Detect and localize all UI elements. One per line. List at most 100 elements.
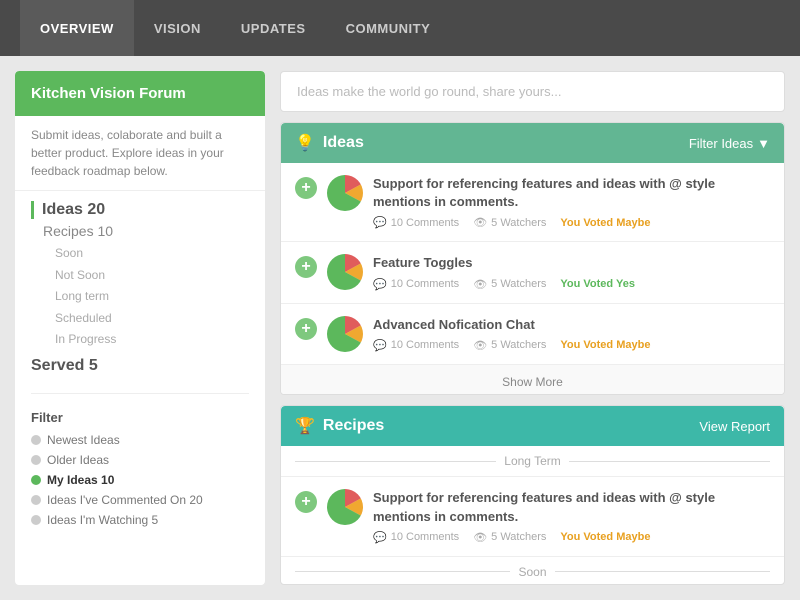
filter-label: Ideas I've Commented On 20 (47, 493, 203, 507)
sidebar-stats: Ideas 20 Recipes 10 Soon Not Soon Long t… (15, 191, 265, 385)
eye-icon: 👁 (473, 278, 487, 291)
nav-vision[interactable]: VISION (134, 0, 221, 56)
filter-label: My Ideas 10 (47, 473, 114, 487)
idea-body-3: Advanced Nofication Chat 💬 10 Comments 👁… (373, 316, 770, 352)
nav-overview[interactable]: OVERVIEW (20, 0, 134, 56)
sidebar-divider (31, 393, 249, 394)
pie-chart-r1 (327, 489, 363, 525)
comment-icon: 💬 (373, 278, 387, 291)
pie-chart-3 (327, 316, 363, 352)
trophy-icon: 🏆 (295, 416, 315, 436)
chevron-down-icon: ▼ (757, 136, 770, 151)
recipes-header: 🏆 Recipes View Report (281, 406, 784, 446)
comments-1: 💬 10 Comments (373, 216, 459, 229)
watchers-count: 5 Watchers (491, 217, 546, 229)
idea-meta-1: 💬 10 Comments 👁 5 Watchers You Voted May… (373, 216, 770, 229)
filter-label: Ideas I'm Watching 5 (47, 513, 158, 527)
status-soon: Soon (31, 243, 249, 265)
search-bar[interactable]: Ideas make the world go round, share you… (280, 71, 785, 112)
right-content: Ideas make the world go round, share you… (280, 71, 785, 585)
ideas-count: Ideas 20 (31, 201, 249, 219)
comment-icon: 💬 (373, 216, 387, 229)
sidebar-description: Submit ideas, colaborate and built a bet… (15, 116, 265, 191)
nav-updates[interactable]: UPDATES (221, 0, 326, 56)
filter-ideas-button[interactable]: Filter Ideas ▼ (689, 136, 770, 151)
idea-title-1: Support for referencing features and ide… (373, 175, 770, 211)
filter-dot (31, 455, 41, 465)
eye-icon: 👁 (473, 216, 487, 229)
ideas-title: Ideas (323, 134, 689, 152)
idea-card-2: + Feature Toggles 💬 10 Comments (281, 242, 784, 303)
top-nav: OVERVIEW VISION UPDATES COMMUNITY (0, 0, 800, 56)
eye-icon: 👁 (473, 531, 487, 544)
idea-meta-3: 💬 10 Comments 👁 5 Watchers You Voted May… (373, 339, 770, 352)
comment-icon: 💬 (373, 339, 387, 352)
filter-label: Older Ideas (47, 453, 109, 467)
vote-plus-1[interactable]: + (295, 177, 317, 199)
filter-watching[interactable]: Ideas I'm Watching 5 (31, 513, 249, 527)
status-scheduled: Scheduled (31, 308, 249, 330)
nav-community[interactable]: COMMUNITY (326, 0, 451, 56)
filter-title: Filter (31, 410, 249, 425)
status-long-term: Long term (31, 286, 249, 308)
idea-title-2: Feature Toggles (373, 254, 770, 272)
filter-ideas-label: Filter Ideas (689, 136, 753, 151)
comments-count: 10 Comments (391, 217, 459, 229)
watchers-3: 👁 5 Watchers (473, 339, 546, 352)
watchers-count: 5 Watchers (491, 339, 546, 351)
recipes-section: 🏆 Recipes View Report Long Term + Suppor… (280, 405, 785, 585)
idea-card-3: + Advanced Nofication Chat 💬 10 Comments (281, 304, 784, 365)
idea-title-3: Advanced Nofication Chat (373, 316, 770, 334)
idea-body-1: Support for referencing features and ide… (373, 175, 770, 229)
filter-dot (31, 435, 41, 445)
recipe-body-1: Support for referencing features and ide… (373, 489, 770, 543)
status-in-progress: In Progress (31, 329, 249, 351)
filter-dot-active (31, 475, 41, 485)
show-more-button[interactable]: Show More (281, 365, 784, 396)
recipes-title: Recipes (323, 417, 700, 435)
comments-count: 10 Comments (391, 531, 459, 543)
recipe-watchers-1: 👁 5 Watchers (473, 531, 546, 544)
watchers-count: 5 Watchers (491, 531, 546, 543)
comments-count: 10 Comments (391, 339, 459, 351)
recipe-card-1: + Support for referencing features and i… (281, 477, 784, 556)
sidebar-title: Kitchen Vision Forum (15, 71, 265, 116)
vote-plus-2[interactable]: + (295, 256, 317, 278)
voted-1: You Voted Maybe (560, 217, 650, 229)
comments-3: 💬 10 Comments (373, 339, 459, 352)
voted-3: You Voted Maybe (560, 339, 650, 351)
idea-card-1: + Support for referencing features and i… (281, 163, 784, 242)
comments-count: 10 Comments (391, 278, 459, 290)
bulb-icon: 💡 (295, 133, 315, 153)
filter-older-ideas[interactable]: Older Ideas (31, 453, 249, 467)
vote-plus-r1[interactable]: + (295, 491, 317, 513)
watchers-1: 👁 5 Watchers (473, 216, 546, 229)
pie-chart-2 (327, 254, 363, 290)
recipes-count: Recipes 10 (31, 223, 249, 239)
comments-2: 💬 10 Comments (373, 278, 459, 291)
recipe-voted-1: You Voted Maybe (560, 531, 650, 543)
soon-label: Soon (281, 557, 784, 585)
vote-plus-3[interactable]: + (295, 318, 317, 340)
ideas-section: 💡 Ideas Filter Ideas ▼ + Support for ref… (280, 122, 785, 395)
sidebar: Kitchen Vision Forum Submit ideas, colab… (15, 71, 265, 585)
filter-commented-on[interactable]: Ideas I've Commented On 20 (31, 493, 249, 507)
recipe-comments-1: 💬 10 Comments (373, 531, 459, 544)
served-count: Served 5 (31, 357, 249, 375)
watchers-count: 5 Watchers (491, 278, 546, 290)
filter-section: Filter Newest Ideas Older Ideas My Ideas… (15, 402, 265, 545)
idea-body-2: Feature Toggles 💬 10 Comments 👁 5 Watche… (373, 254, 770, 290)
pie-chart-1 (327, 175, 363, 211)
recipe-title-1: Support for referencing features and ide… (373, 489, 770, 525)
idea-meta-2: 💬 10 Comments 👁 5 Watchers You Voted Yes (373, 278, 770, 291)
filter-newest-ideas[interactable]: Newest Ideas (31, 433, 249, 447)
long-term-label: Long Term (281, 446, 784, 477)
voted-2: You Voted Yes (560, 278, 635, 290)
comment-icon: 💬 (373, 531, 387, 544)
filter-dot (31, 495, 41, 505)
filter-dot (31, 515, 41, 525)
view-report-button[interactable]: View Report (699, 419, 770, 434)
filter-my-ideas[interactable]: My Ideas 10 (31, 473, 249, 487)
status-not-soon: Not Soon (31, 265, 249, 287)
filter-label: Newest Ideas (47, 433, 120, 447)
